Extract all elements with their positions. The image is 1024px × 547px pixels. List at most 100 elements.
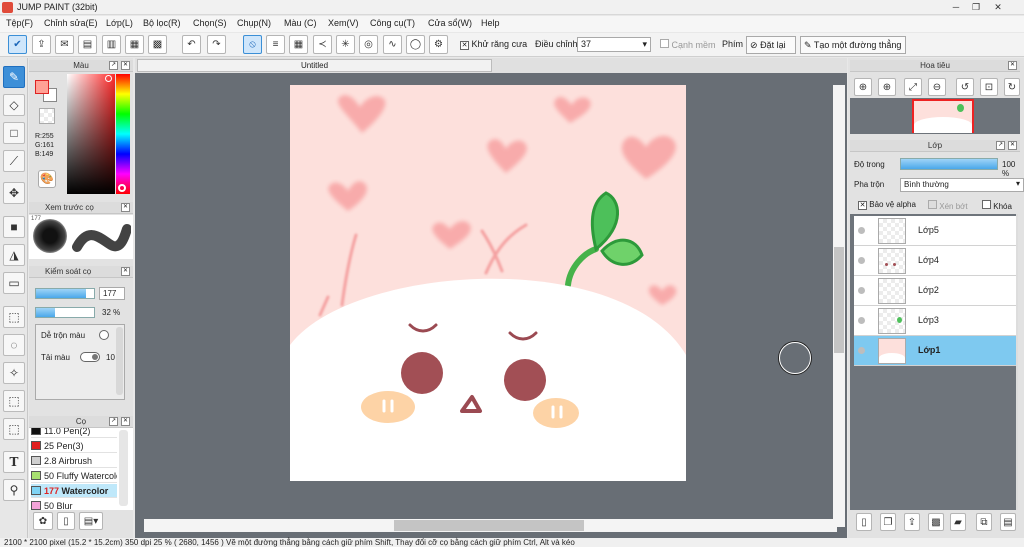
duplicate-icon[interactable]: ⧉ xyxy=(976,513,992,531)
rectangle-select-icon[interactable]: □ xyxy=(3,122,25,144)
close-brush-control-icon[interactable]: ✕ xyxy=(121,267,130,276)
visibility-icon[interactable] xyxy=(858,257,865,264)
zoom-plus-icon[interactable]: ⊕ xyxy=(878,78,896,96)
navigator-preview[interactable] xyxy=(850,98,1020,134)
selection-eraser-icon[interactable]: ⬚ xyxy=(3,418,25,440)
layer-list-scrollbar[interactable] xyxy=(1016,214,1018,510)
antialias-checkbox[interactable]: ✕ Khử răng cưa xyxy=(460,39,527,50)
menu-edit[interactable]: Chỉnh sửa(E) xyxy=(44,18,98,28)
layer-row[interactable]: Lớp2 xyxy=(854,276,1016,306)
comment-icon[interactable]: ▤ xyxy=(78,35,97,54)
speech-icon[interactable]: ✉ xyxy=(55,35,74,54)
vertical-scrollbar[interactable] xyxy=(833,85,845,527)
zoom-out-icon[interactable]: ⊖ xyxy=(928,78,946,96)
horizontal-scrollbar[interactable] xyxy=(144,519,837,532)
doc2-icon[interactable]: ▦ xyxy=(125,35,144,54)
layer-opacity-slider[interactable] xyxy=(900,158,998,170)
ellipse-ruler-icon[interactable]: ◯ xyxy=(406,35,425,54)
minimize-icon[interactable]: ─ xyxy=(948,1,964,13)
brush-icon[interactable]: ✎ xyxy=(3,66,25,88)
menu-filter[interactable]: Bộ lọc(R) xyxy=(143,18,181,28)
gradient-icon[interactable]: ▭ xyxy=(3,272,25,294)
menu-select[interactable]: Chọn(S) xyxy=(193,18,227,28)
close-icon[interactable]: ✕ xyxy=(990,1,1006,13)
undo-icon[interactable]: ↶ xyxy=(182,35,201,54)
expand-layer-icon[interactable]: ↗ xyxy=(996,141,1005,150)
ruler-off-icon[interactable]: ⦸ xyxy=(243,35,262,54)
layer-row[interactable]: Lớp3 xyxy=(854,306,1016,336)
brush-item[interactable]: 2.8 Airbrush xyxy=(31,454,117,468)
drawing-canvas[interactable] xyxy=(290,85,686,481)
settings-gear-icon[interactable]: ⚙ xyxy=(429,35,448,54)
menu-window[interactable]: Cửa sổ(W) xyxy=(428,18,472,28)
options-scrollbar[interactable] xyxy=(116,327,123,395)
menu-file[interactable]: Tệp(F) xyxy=(6,18,33,28)
palette-icon[interactable]: 🎨 xyxy=(38,170,56,188)
layer-row[interactable]: Lớp5 xyxy=(854,216,1016,246)
reset-button[interactable]: ⊘ Đặt lại xyxy=(746,36,796,54)
visibility-icon[interactable] xyxy=(858,287,865,294)
menu-color[interactable]: Màu (C) xyxy=(284,18,317,28)
brush-item[interactable]: 25 Pen(3) xyxy=(31,439,117,453)
eraser-icon[interactable]: ◇ xyxy=(3,94,25,116)
opacity-slider[interactable] xyxy=(35,307,95,318)
menu-capture[interactable]: Chụp(N) xyxy=(237,18,271,28)
saturation-value-picker[interactable] xyxy=(67,74,115,194)
foreground-color-swatch[interactable] xyxy=(35,80,49,94)
size-slider[interactable] xyxy=(35,288,95,299)
navigator-viewport[interactable] xyxy=(912,99,974,133)
doc-icon[interactable]: ▥ xyxy=(102,35,121,54)
brush-item-selected[interactable]: 177 Watercolor xyxy=(31,484,117,498)
curve-ruler-icon[interactable]: ∿ xyxy=(383,35,402,54)
close-preview-icon[interactable]: ✕ xyxy=(121,203,130,212)
ink-toggle[interactable] xyxy=(80,352,100,362)
visibility-icon[interactable] xyxy=(858,347,865,354)
menu-view[interactable]: Xem(V) xyxy=(328,18,359,28)
radial-icon[interactable]: ✳ xyxy=(336,35,355,54)
new-brush-icon[interactable]: ▯ xyxy=(57,512,75,530)
brush-menu-icon[interactable]: ▤▾ xyxy=(79,512,103,530)
vertical-scroll-thumb[interactable] xyxy=(834,247,844,353)
blend-toggle[interactable] xyxy=(99,330,109,340)
expand-brush-icon[interactable]: ↗ xyxy=(109,417,118,426)
line-icon[interactable]: ⟋ xyxy=(3,150,25,172)
fit-screen-icon[interactable]: ⤢ xyxy=(904,78,922,96)
check-icon[interactable]: ✔ xyxy=(8,35,27,54)
horizontal-scroll-thumb[interactable] xyxy=(394,520,584,531)
bucket-icon[interactable]: ◮ xyxy=(3,244,25,266)
parallel-ruler-icon[interactable]: ≡ xyxy=(266,35,285,54)
brush-item[interactable]: 50 Blur xyxy=(31,499,117,510)
copy-layer-icon[interactable]: ❐ xyxy=(880,513,896,531)
picker-cursor[interactable] xyxy=(105,75,112,82)
close-layer-icon[interactable]: ✕ xyxy=(1008,141,1017,150)
rotate-left-icon[interactable]: ↺ xyxy=(956,78,974,96)
selection-pen-icon[interactable]: ⬚ xyxy=(3,390,25,412)
eyedropper-icon[interactable]: ⚲ xyxy=(3,479,25,501)
new-layer-icon[interactable]: ▯ xyxy=(856,513,872,531)
layer-blend-dropdown[interactable]: Bình thường ▾ xyxy=(900,178,1024,192)
grid-ruler-icon[interactable]: ▦ xyxy=(289,35,308,54)
layer-row-selected[interactable]: Lớp1 xyxy=(854,336,1016,366)
straight-line-button[interactable]: ✎ Tạo một đường thẳng xyxy=(800,36,906,54)
brush-item[interactable]: 50 Fluffy Watercolor xyxy=(31,469,117,483)
layer-row[interactable]: Lớp4 xyxy=(854,246,1016,276)
concentric-icon[interactable]: ◎ xyxy=(359,35,378,54)
visibility-icon[interactable] xyxy=(858,317,865,324)
brush-settings-icon[interactable]: ✿ xyxy=(33,512,53,530)
menu-layer[interactable]: Lớp(L) xyxy=(106,18,133,28)
marquee-icon[interactable]: ⬚ xyxy=(3,306,25,328)
document-tab[interactable]: Untitled xyxy=(137,59,492,72)
expand-icon[interactable]: ↗ xyxy=(109,61,118,70)
close-navigator-icon[interactable]: ✕ xyxy=(1008,61,1017,70)
perspective-icon[interactable]: ≺ xyxy=(313,35,332,54)
layer-menu-icon[interactable]: ▤ xyxy=(1000,513,1016,531)
move-icon[interactable]: ✥ xyxy=(3,182,25,204)
size-input[interactable]: 177 xyxy=(99,287,125,300)
soft-edge-checkbox[interactable]: Cạnh mềm xyxy=(660,39,716,50)
menu-help[interactable]: Help xyxy=(481,18,500,28)
close-brush-icon[interactable]: ✕ xyxy=(121,417,130,426)
fill-rect-icon[interactable]: ■ xyxy=(3,216,25,238)
lasso-icon[interactable]: ◌ xyxy=(3,334,25,356)
protect-alpha-checkbox[interactable]: ✕ Bảo vệ alpha xyxy=(858,200,916,210)
import-layer-icon[interactable]: ⇪ xyxy=(904,513,920,531)
